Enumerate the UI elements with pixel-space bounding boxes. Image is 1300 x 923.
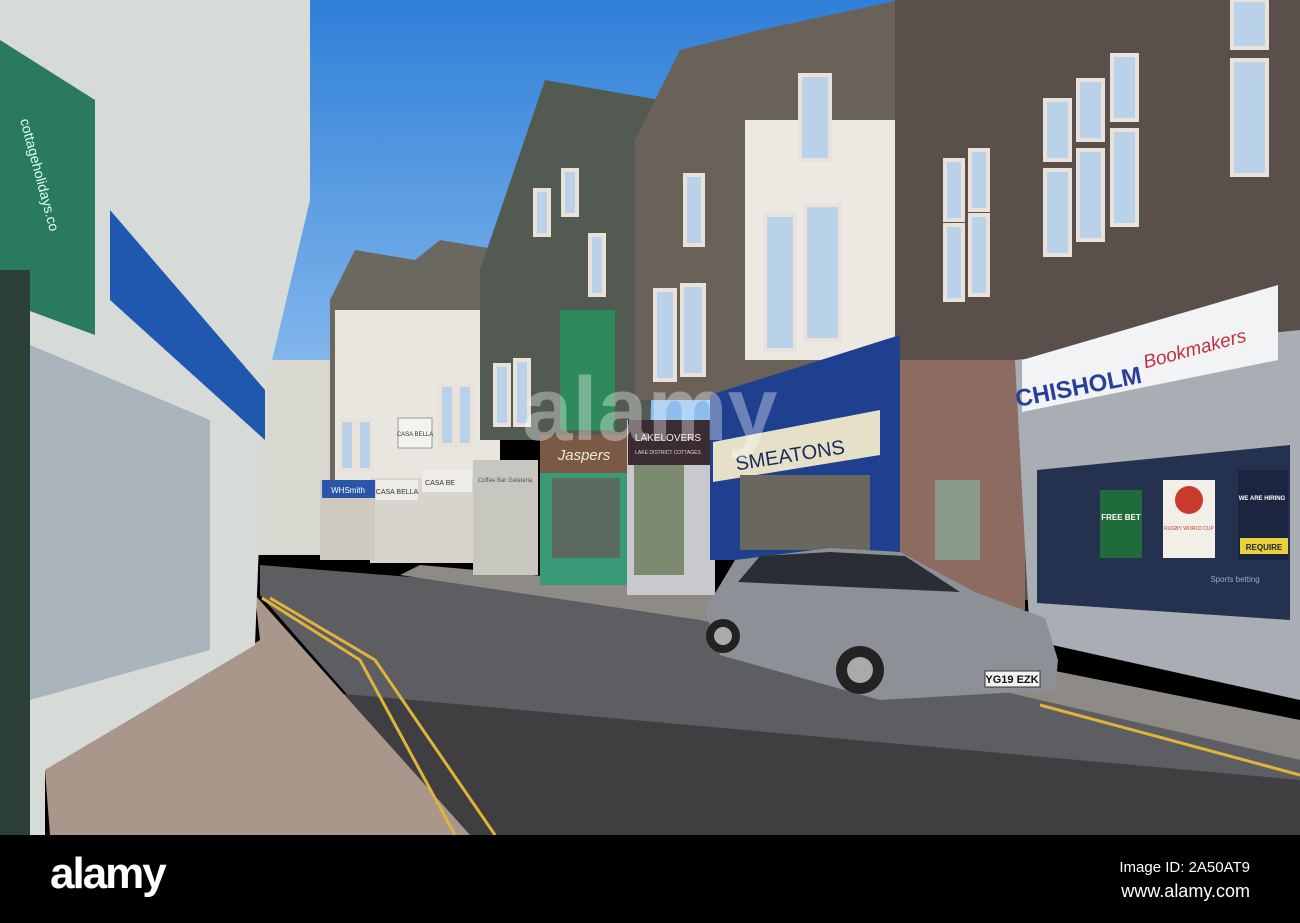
- rugby-badge: [1175, 486, 1203, 514]
- free-bet-poster: [1100, 490, 1142, 558]
- jaspers-window: [552, 478, 620, 558]
- casa-bella-sign-2: CASA BE: [425, 480, 455, 487]
- sports-betting-text: Sports betting: [1210, 575, 1259, 584]
- watermark: alamy: [522, 360, 777, 460]
- street-photo: WHSmith CASA BELLA CASA BE CASA BELLA Co…: [0, 0, 1300, 835]
- casa-bella-sign: CASA BELLA: [376, 489, 419, 496]
- smeatons-window: [740, 475, 870, 550]
- coffee-bar-sign: Coffee Bar Gelateria: [478, 478, 533, 484]
- hiring-text: WE ARE HIRING: [1239, 496, 1286, 502]
- site-url: www.alamy.com: [1121, 881, 1250, 901]
- free-bet-text: FREE BET: [1101, 513, 1141, 522]
- casa-bella-hanging-text: CASA BELLA: [397, 432, 433, 438]
- image-id: Image ID: 2A50AT9: [1119, 859, 1250, 876]
- lakelovers-window: [634, 465, 684, 575]
- whsmith-sign: WHSmith: [331, 486, 365, 495]
- require-text: REQUIRE: [1246, 543, 1283, 552]
- footer-bar: alamy Image ID: 2A50AT9 www.alamy.com: [0, 835, 1300, 923]
- left-dark-pillar: [0, 270, 30, 835]
- sandstone-window: [935, 480, 980, 560]
- rugby-text: RUGBY WORLD CUP: [1164, 526, 1214, 532]
- number-plate: YG19 EZK: [985, 674, 1038, 686]
- alamy-logo: alamy: [50, 849, 167, 898]
